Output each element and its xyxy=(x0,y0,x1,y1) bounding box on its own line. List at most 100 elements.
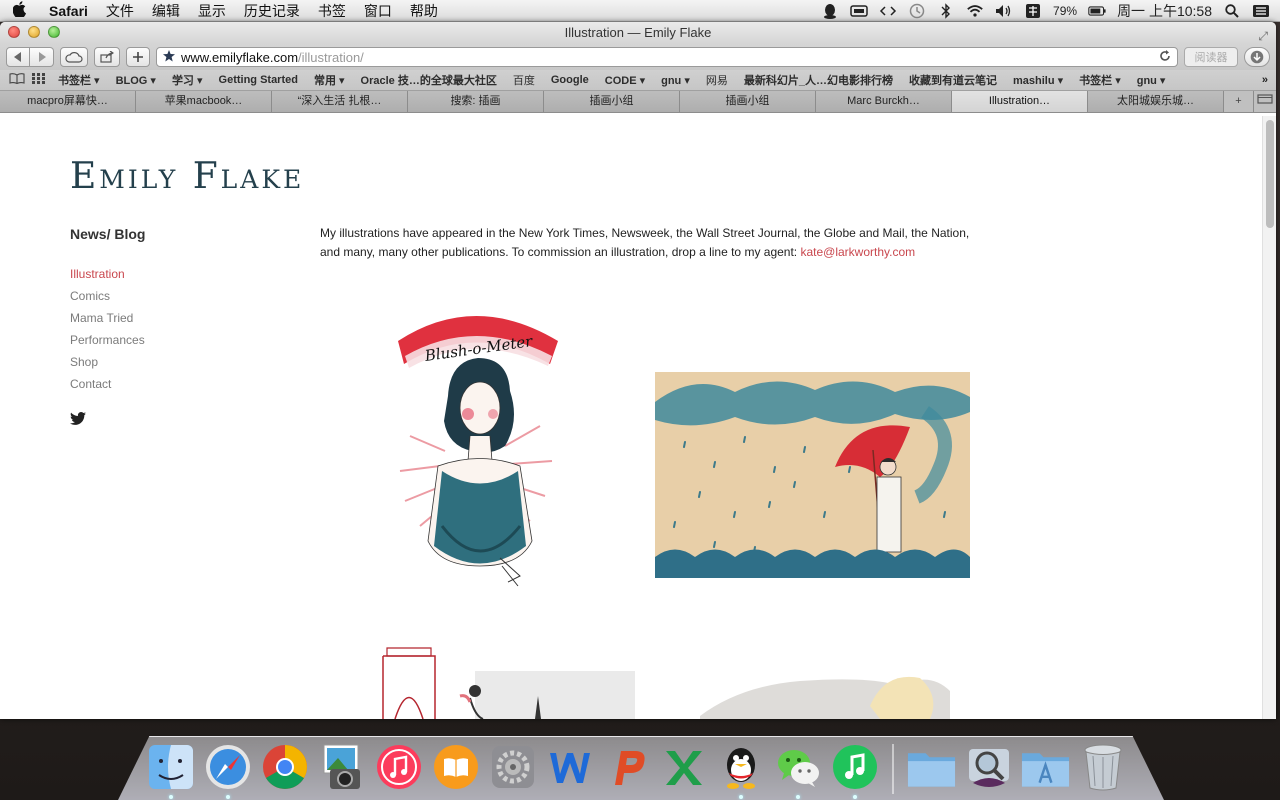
alfred-icon[interactable] xyxy=(963,740,1014,794)
menu-app-name[interactable]: Safari xyxy=(40,3,97,19)
nav-shop[interactable]: Shop xyxy=(70,354,145,376)
battery-icon[interactable] xyxy=(1088,3,1106,19)
tab[interactable]: Marc Burckh… xyxy=(816,91,952,112)
bookmark-item[interactable]: 最新科幻片_人…幻电影排行榜 xyxy=(736,72,901,88)
illustration-arch-sketch[interactable] xyxy=(375,636,635,719)
address-bar[interactable]: www.emilyflake.com/illustration/ xyxy=(156,47,1178,67)
illustration-blush-o-meter[interactable]: Blush-o-Meter xyxy=(380,296,570,596)
tab[interactable]: 太阳城娱乐城… xyxy=(1088,91,1224,112)
bookmark-item[interactable]: 网易 xyxy=(698,72,736,88)
safari-icon[interactable] xyxy=(202,740,253,799)
reload-icon[interactable] xyxy=(1159,49,1171,65)
menu-edit[interactable]: 编辑 xyxy=(143,1,189,21)
icloud-tabs-button[interactable] xyxy=(60,47,88,67)
nav-contact[interactable]: Contact xyxy=(70,376,145,398)
system-preferences-icon[interactable] xyxy=(487,740,538,794)
bookmark-item[interactable]: gnu ▾ xyxy=(1129,74,1174,87)
news-blog-link[interactable]: News/ Blog xyxy=(70,226,145,242)
chrome-icon[interactable] xyxy=(259,740,310,794)
bookmark-item[interactable]: BLOG ▾ xyxy=(108,74,164,87)
time-machine-icon[interactable] xyxy=(908,3,926,19)
nav-comics[interactable]: Comics xyxy=(70,288,145,310)
bookmark-item[interactable]: CODE ▾ xyxy=(597,74,653,87)
volume-icon[interactable] xyxy=(995,3,1013,19)
fullscreen-icon[interactable]: ⤢ xyxy=(1258,25,1268,47)
add-bookmark-button[interactable] xyxy=(126,47,150,67)
illustration-red-umbrella[interactable] xyxy=(655,372,970,578)
ibooks-icon[interactable] xyxy=(430,740,481,794)
agent-email-link[interactable]: kate@larkworthy.com xyxy=(800,245,915,259)
bluetooth-icon[interactable] xyxy=(937,2,955,19)
menu-clock[interactable]: 周一 上午10:58 xyxy=(1117,1,1212,21)
menu-file[interactable]: 文件 xyxy=(97,1,143,21)
menu-bookmarks[interactable]: 书签 xyxy=(309,1,355,21)
twitter-icon[interactable] xyxy=(70,412,86,428)
bookmarks-overflow-icon[interactable]: » xyxy=(1262,74,1270,86)
minimize-window-button[interactable] xyxy=(28,26,40,38)
nav-performances[interactable]: Performances xyxy=(70,332,145,354)
nav-mama-tried[interactable]: Mama Tried xyxy=(70,310,145,332)
bookmark-item[interactable]: 书签栏 ▾ xyxy=(50,72,108,88)
new-tab-icon[interactable]: + xyxy=(1224,91,1254,112)
top-sites-icon[interactable] xyxy=(28,73,50,87)
word-icon[interactable] xyxy=(544,740,595,794)
powerpoint-icon[interactable] xyxy=(601,740,652,794)
bookmark-item[interactable]: 收藏到有道云笔记 xyxy=(901,72,1005,88)
page-scrollbar[interactable] xyxy=(1262,116,1276,719)
bookmark-item[interactable]: Oracle 技…的全球最大社区 xyxy=(353,72,505,88)
memory-status-icon[interactable] xyxy=(850,3,868,19)
tab[interactable]: 插画小组 xyxy=(544,91,680,112)
downloads-button[interactable] xyxy=(1244,47,1270,67)
scroll-thumb[interactable] xyxy=(1266,120,1274,228)
menu-history[interactable]: 历史记录 xyxy=(235,1,309,21)
tab[interactable]: macpro屏幕快… xyxy=(0,91,136,112)
wifi-icon[interactable] xyxy=(966,3,984,19)
illustration-wash[interactable] xyxy=(700,666,950,719)
bookmark-item[interactable]: 常用 ▾ xyxy=(306,72,353,88)
menu-help[interactable]: 帮助 xyxy=(401,1,447,21)
bookmark-item[interactable]: Getting Started xyxy=(211,74,306,86)
tab[interactable]: 苹果macbook… xyxy=(136,91,272,112)
nav-illustration[interactable]: Illustration xyxy=(70,266,145,288)
back-button[interactable] xyxy=(6,47,30,67)
code-status-icon[interactable] xyxy=(879,3,897,19)
tab[interactable]: “深入生活 扎根… xyxy=(272,91,408,112)
trash-icon[interactable] xyxy=(1077,740,1128,794)
bookmark-item[interactable]: 书签栏 ▾ xyxy=(1071,72,1129,88)
bookmark-star-icon[interactable] xyxy=(163,49,175,65)
window-title: Illustration — Emily Flake xyxy=(564,25,712,40)
spotlight-icon[interactable] xyxy=(1223,3,1241,19)
excel-icon[interactable] xyxy=(658,740,709,794)
zoom-window-button[interactable] xyxy=(48,26,60,38)
tab-overview-icon[interactable] xyxy=(1254,91,1276,112)
app-store-folder-icon[interactable] xyxy=(1020,740,1071,794)
bookmark-item[interactable]: 学习 ▾ xyxy=(164,72,211,88)
close-window-button[interactable] xyxy=(8,26,20,38)
bookmark-item[interactable]: Google xyxy=(543,74,597,86)
apple-menu-icon[interactable] xyxy=(0,0,40,21)
share-button[interactable] xyxy=(94,47,120,67)
title-bar[interactable]: Illustration — Emily Flake ⤢ xyxy=(0,22,1276,44)
reading-list-icon[interactable] xyxy=(6,73,28,87)
tab[interactable]: 搜索: 插画 xyxy=(408,91,544,112)
menu-window[interactable]: 窗口 xyxy=(355,1,401,21)
input-method-icon[interactable] xyxy=(1024,3,1042,19)
music-icon[interactable] xyxy=(829,740,880,799)
bookmark-item[interactable]: gnu ▾ xyxy=(653,74,698,87)
qq-icon[interactable] xyxy=(715,740,766,799)
tab-active[interactable]: Illustration… xyxy=(952,91,1088,112)
site-logo[interactable]: Emily Flake xyxy=(70,156,304,197)
iphoto-icon[interactable] xyxy=(316,740,367,794)
reader-button[interactable]: 阅读器 xyxy=(1184,47,1238,67)
finder-icon[interactable] xyxy=(145,740,196,799)
wechat-icon[interactable] xyxy=(772,740,823,799)
tab[interactable]: 插画小组 xyxy=(680,91,816,112)
forward-button[interactable] xyxy=(30,47,54,67)
qq-status-icon[interactable] xyxy=(821,3,839,19)
notification-center-icon[interactable] xyxy=(1252,3,1270,19)
applications-folder-icon[interactable] xyxy=(906,740,957,794)
menu-view[interactable]: 显示 xyxy=(189,1,235,21)
itunes-icon[interactable] xyxy=(373,740,424,794)
bookmark-item[interactable]: mashilu ▾ xyxy=(1005,74,1071,87)
bookmark-item[interactable]: 百度 xyxy=(505,72,543,88)
